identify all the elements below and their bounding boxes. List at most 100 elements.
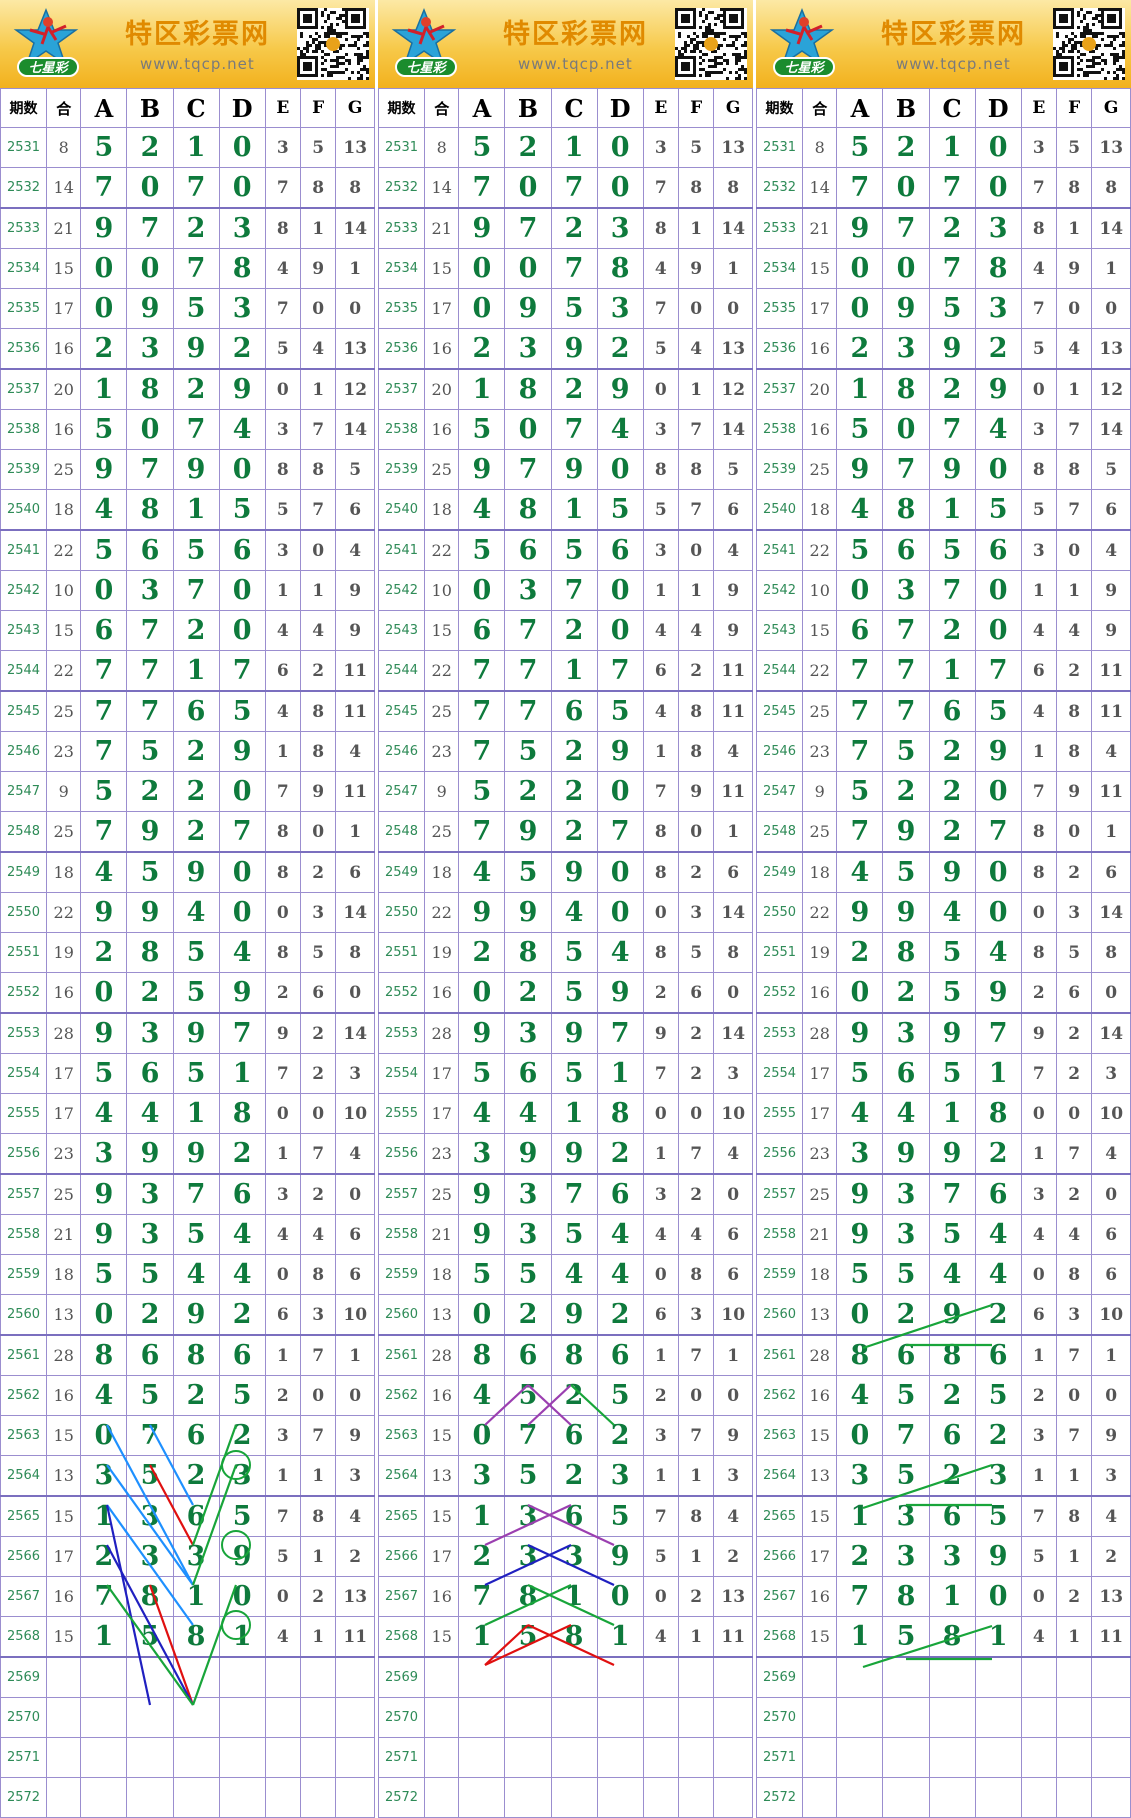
sum-cell: 13 <box>424 1294 460 1336</box>
number-cell-d: 5 <box>218 489 266 531</box>
number-cell-g: 13 <box>713 328 753 370</box>
number-cell-g: 0 <box>335 972 375 1014</box>
number-cell-d: 0 <box>974 1576 1022 1617</box>
number-cell-f: 1 <box>1056 1536 1093 1577</box>
number-cell-b <box>126 1656 174 1698</box>
number-cell-b: 7 <box>126 1415 174 1456</box>
number-cell-e: 7 <box>264 1495 302 1537</box>
number-cell-f: 0 <box>678 811 715 853</box>
number-cell-a: 0 <box>80 972 128 1014</box>
number-cell-e: 7 <box>1020 1053 1058 1094</box>
sum-cell: 17 <box>802 1093 838 1134</box>
number-cell-e: 1 <box>1020 570 1058 611</box>
number-cell-a: 0 <box>80 1415 128 1456</box>
number-cell-b: 2 <box>882 1294 930 1336</box>
number-cell-d <box>596 1737 644 1778</box>
number-cell-b: 9 <box>504 1133 552 1175</box>
table-row: 2545 25 7 7 6 5 4 8 11 <box>0 690 375 732</box>
number-cell-e: 0 <box>264 892 302 933</box>
number-cell-g: 8 <box>1091 932 1131 973</box>
number-cell-g <box>1091 1697 1131 1738</box>
number-cell-f: 1 <box>1056 368 1093 410</box>
table-row: 2541 22 5 6 5 6 3 0 4 <box>755 529 1131 571</box>
period-cell: 2569 <box>755 1656 804 1698</box>
number-cell-f <box>1056 1777 1093 1818</box>
number-cell-a: 0 <box>836 288 884 329</box>
number-cell-e: 1 <box>264 731 302 772</box>
number-cell-e: 0 <box>264 1093 302 1134</box>
period-cell: 2549 <box>377 851 426 893</box>
number-cell-g: 11 <box>713 771 753 812</box>
site-banner: 七星彩 特区彩票网 www.tqcp.net <box>0 0 375 88</box>
sum-cell: 15 <box>802 1495 838 1537</box>
sum-cell <box>424 1697 460 1738</box>
number-cell-f: 0 <box>300 1375 337 1416</box>
number-cell-c: 4 <box>550 892 598 933</box>
number-cell-f: 1 <box>678 570 715 611</box>
number-cell-c <box>928 1697 976 1738</box>
number-cell-e: 2 <box>264 1375 302 1416</box>
number-cell-e: 6 <box>642 650 680 692</box>
sum-cell: 23 <box>46 1133 82 1175</box>
number-cell-g: 14 <box>335 1012 375 1054</box>
number-cell-d: 3 <box>218 207 266 249</box>
number-cell-c: 7 <box>172 167 220 209</box>
number-cell-g: 13 <box>335 1576 375 1617</box>
col-a-header: A <box>80 88 128 128</box>
number-cell-c <box>550 1737 598 1778</box>
number-cell-e: 3 <box>642 1415 680 1456</box>
number-cell-f: 3 <box>678 892 715 933</box>
number-cell-c <box>550 1697 598 1738</box>
period-cell: 2551 <box>0 932 48 973</box>
table-row: 2570 <box>377 1697 753 1738</box>
number-cell-g: 9 <box>335 610 375 651</box>
table-row: 2547 9 5 2 2 0 7 9 11 <box>0 771 375 812</box>
lottery-logo-icon: 七星彩 <box>386 6 466 82</box>
number-cell-e: 1 <box>642 1334 680 1376</box>
number-cell-f: 9 <box>1056 248 1093 289</box>
table-row: 2563 15 0 7 6 2 3 7 9 <box>755 1415 1131 1456</box>
number-cell-g: 6 <box>713 851 753 893</box>
sum-cell: 15 <box>802 610 838 651</box>
number-cell-a: 5 <box>458 1053 506 1094</box>
table-row: 2553 28 9 3 9 7 9 2 14 <box>0 1012 375 1054</box>
number-cell-e <box>642 1697 680 1738</box>
chart-panel-2: 七星彩 特区彩票网 www.tqcp.net 期数合 A B C D E F G 2531 8 5 2 1 0 3… <box>377 0 753 1818</box>
number-cell-b: 9 <box>126 288 174 329</box>
number-cell-e: 1 <box>642 731 680 772</box>
number-cell-d: 6 <box>974 1173 1022 1215</box>
table-row: 2541 22 5 6 5 6 3 0 4 <box>377 529 753 571</box>
number-cell-f: 5 <box>678 127 715 168</box>
table-row: 2540 18 4 8 1 5 5 7 6 <box>755 489 1131 531</box>
number-cell-d: 8 <box>218 1093 266 1134</box>
number-cell-b: 5 <box>126 851 174 893</box>
number-cell-e: 3 <box>1020 529 1058 571</box>
sum-cell: 22 <box>46 892 82 933</box>
number-cell-c: 2 <box>550 771 598 812</box>
number-cell-e: 5 <box>1020 489 1058 531</box>
number-cell-f: 4 <box>678 610 715 651</box>
sum-cell: 22 <box>424 650 460 692</box>
sum-cell: 28 <box>802 1012 838 1054</box>
number-cell-c: 7 <box>928 1173 976 1215</box>
period-cell: 2564 <box>755 1455 804 1497</box>
number-cell-d: 0 <box>974 449 1022 490</box>
number-cell-g: 4 <box>713 1133 753 1175</box>
sum-cell: 17 <box>46 1536 82 1577</box>
number-cell-a <box>80 1656 128 1698</box>
period-cell: 2561 <box>377 1334 426 1376</box>
number-cell-f: 8 <box>1056 690 1093 732</box>
period-cell: 2550 <box>755 892 804 933</box>
sum-cell: 13 <box>802 1455 838 1497</box>
number-cell-d: 9 <box>218 368 266 410</box>
number-cell-d: 6 <box>596 1173 644 1215</box>
number-cell-c: 2 <box>928 207 976 249</box>
number-cell-g: 1 <box>1091 248 1131 289</box>
number-cell-d: 0 <box>218 610 266 651</box>
table-row: 2569 <box>377 1656 753 1698</box>
number-cell-g: 6 <box>713 1254 753 1295</box>
table-row: 2538 16 5 0 7 4 3 7 14 <box>0 409 375 450</box>
number-cell-b: 7 <box>504 650 552 692</box>
number-cell-f: 1 <box>300 1455 337 1497</box>
number-cell-a: 5 <box>458 771 506 812</box>
